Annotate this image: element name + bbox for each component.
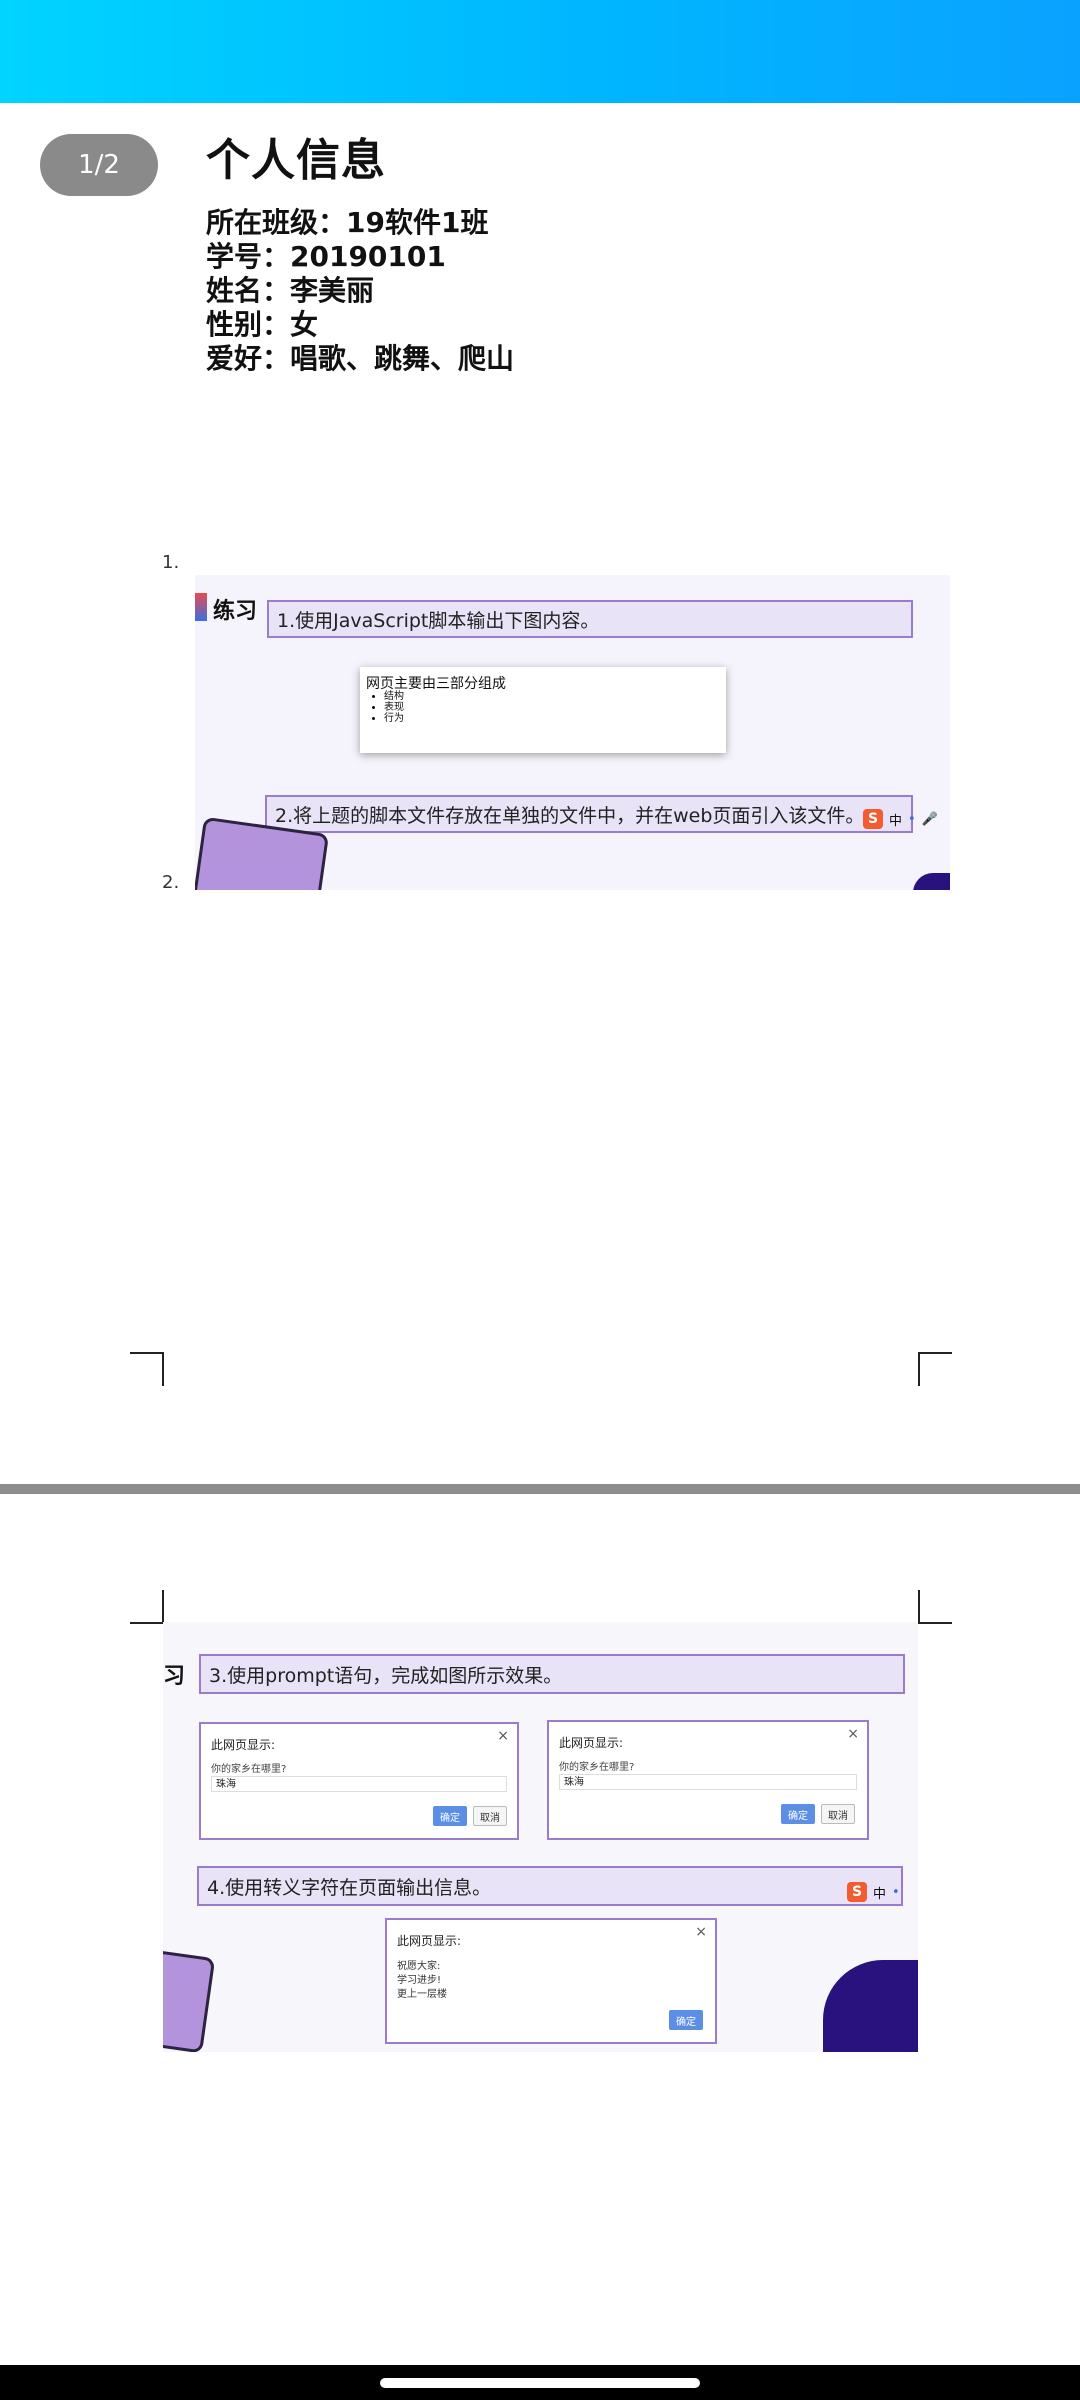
crop-corner-left (130, 1352, 164, 1386)
dialog-input: 珠海 (559, 1774, 857, 1790)
home-indicator[interactable] (380, 2378, 700, 2388)
info-student-id: 学号：20190101 (206, 240, 446, 273)
ok-button: 确定 (669, 2010, 703, 2030)
dialog-question: 你的家乡在哪里? (559, 1762, 635, 1773)
task-2-box: 2.将上题的脚本文件存放在单独的文件中，并在web页面引入该文件。 (265, 795, 913, 833)
prompt-dialog-right: 此网页显示: × 你的家乡在哪里? 珠海 确定 取消 (547, 1720, 869, 1840)
practice-badge: 练习 (213, 599, 258, 624)
prompt-dialog-left: 此网页显示: × 你的家乡在哪里? 珠海 确定 取消 (199, 1722, 519, 1840)
sogou-s-icon: S (863, 809, 883, 829)
crop-corner-right (918, 1590, 952, 1624)
list-number-1: 1. (162, 552, 180, 573)
info-class: 所在班级：19软件1班 (206, 206, 489, 239)
ime-chinese-label: 中 (889, 813, 903, 829)
crop-corner-right (918, 1352, 952, 1386)
laptop-illustration-icon (163, 1946, 216, 2052)
dialog-title: 此网页显示: (211, 1738, 276, 1752)
sogou-s-icon: S (847, 1882, 867, 1902)
inner-list: 结构 表现 行为 (370, 691, 404, 724)
cancel-button: 取消 (821, 1804, 855, 1824)
info-gender: 性别：女 (206, 308, 319, 341)
info-hobbies: 爱好：唱歌、跳舞、爬山 (206, 342, 515, 375)
message-line: 更上一层楼 (397, 1989, 447, 2000)
slide-image-2: 习 3.使用prompt语句，完成如图所示效果。 此网页显示: × 你的家乡在哪… (163, 1622, 918, 2052)
info-name: 姓名：李美丽 (206, 274, 375, 307)
alert-message: 祝愿大家: 学习进步! 更上一层楼 (397, 1960, 447, 2002)
badge-stripe-icon (195, 593, 207, 621)
cancel-button: 取消 (473, 1806, 507, 1826)
dialog-title: 此网页显示: (559, 1736, 624, 1750)
message-line: 祝愿大家: (397, 1961, 441, 1972)
task-4-text: 4.使用转义字符在页面输出信息。 (207, 1876, 492, 1899)
task-2-text: 2.将上题的脚本文件存放在单独的文件中，并在web页面引入该文件。 (275, 804, 865, 827)
inner-list-item: 行为 (384, 713, 404, 724)
task-4-box: 4.使用转义字符在页面输出信息。 (197, 1866, 903, 1906)
ime-dot-icon: • (892, 1884, 900, 1900)
close-icon: × (497, 1728, 509, 1744)
app-top-bar (0, 0, 1080, 103)
ok-button: 确定 (433, 1806, 467, 1826)
practice-badge: 习 (163, 1664, 186, 1689)
close-icon: × (847, 1726, 859, 1742)
task-3-box: 3.使用prompt语句，完成如图所示效果。 (199, 1654, 905, 1694)
inner-list-item: 表现 (384, 702, 404, 713)
dialog-input: 珠海 (211, 1776, 507, 1792)
ok-button: 确定 (781, 1804, 815, 1824)
alert-dialog: 此网页显示: × 祝愿大家: 学习进步! 更上一层楼 确定 (385, 1918, 717, 2044)
dialog-title: 此网页显示: (397, 1934, 462, 1948)
message-line: 学习进步! (397, 1975, 442, 1986)
inner-title: 网页主要由三部分组成 (366, 676, 506, 692)
inner-browser-shot: 网页主要由三部分组成 结构 表现 行为 (360, 667, 726, 753)
inner-list-item: 结构 (384, 691, 404, 702)
ime-dot-icon: • (908, 811, 916, 827)
info-block: 所在班级：19软件1班 学号：20190101 姓名：李美丽 性别：女 爱好：唱… (206, 206, 856, 376)
page-indicator[interactable]: 1/2 (40, 134, 158, 196)
purple-blob-decoration (913, 873, 950, 890)
page-title: 个人信息 (206, 135, 386, 186)
slide-image-1: 练习 1.使用JavaScript脚本输出下图内容。 网页主要由三部分组成 结构… (195, 575, 950, 890)
microphone-icon: 🎤 (921, 811, 938, 827)
purple-blob-decoration (823, 1960, 918, 2052)
task-1-text: 1.使用JavaScript脚本输出下图内容。 (277, 609, 600, 632)
ime-chinese-label: 中 (873, 1886, 887, 1902)
close-icon: × (695, 1924, 707, 1940)
ime-toolbar: S 中 • (847, 1882, 900, 1902)
page-divider (0, 1484, 1080, 1494)
ime-toolbar: S 中 • 🎤 (863, 809, 938, 829)
crop-corner-left (130, 1590, 164, 1624)
dialog-question: 你的家乡在哪里? (211, 1764, 287, 1775)
task-3-text: 3.使用prompt语句，完成如图所示效果。 (209, 1664, 563, 1687)
task-1-box: 1.使用JavaScript脚本输出下图内容。 (267, 600, 913, 638)
list-number-2: 2. (162, 872, 180, 893)
